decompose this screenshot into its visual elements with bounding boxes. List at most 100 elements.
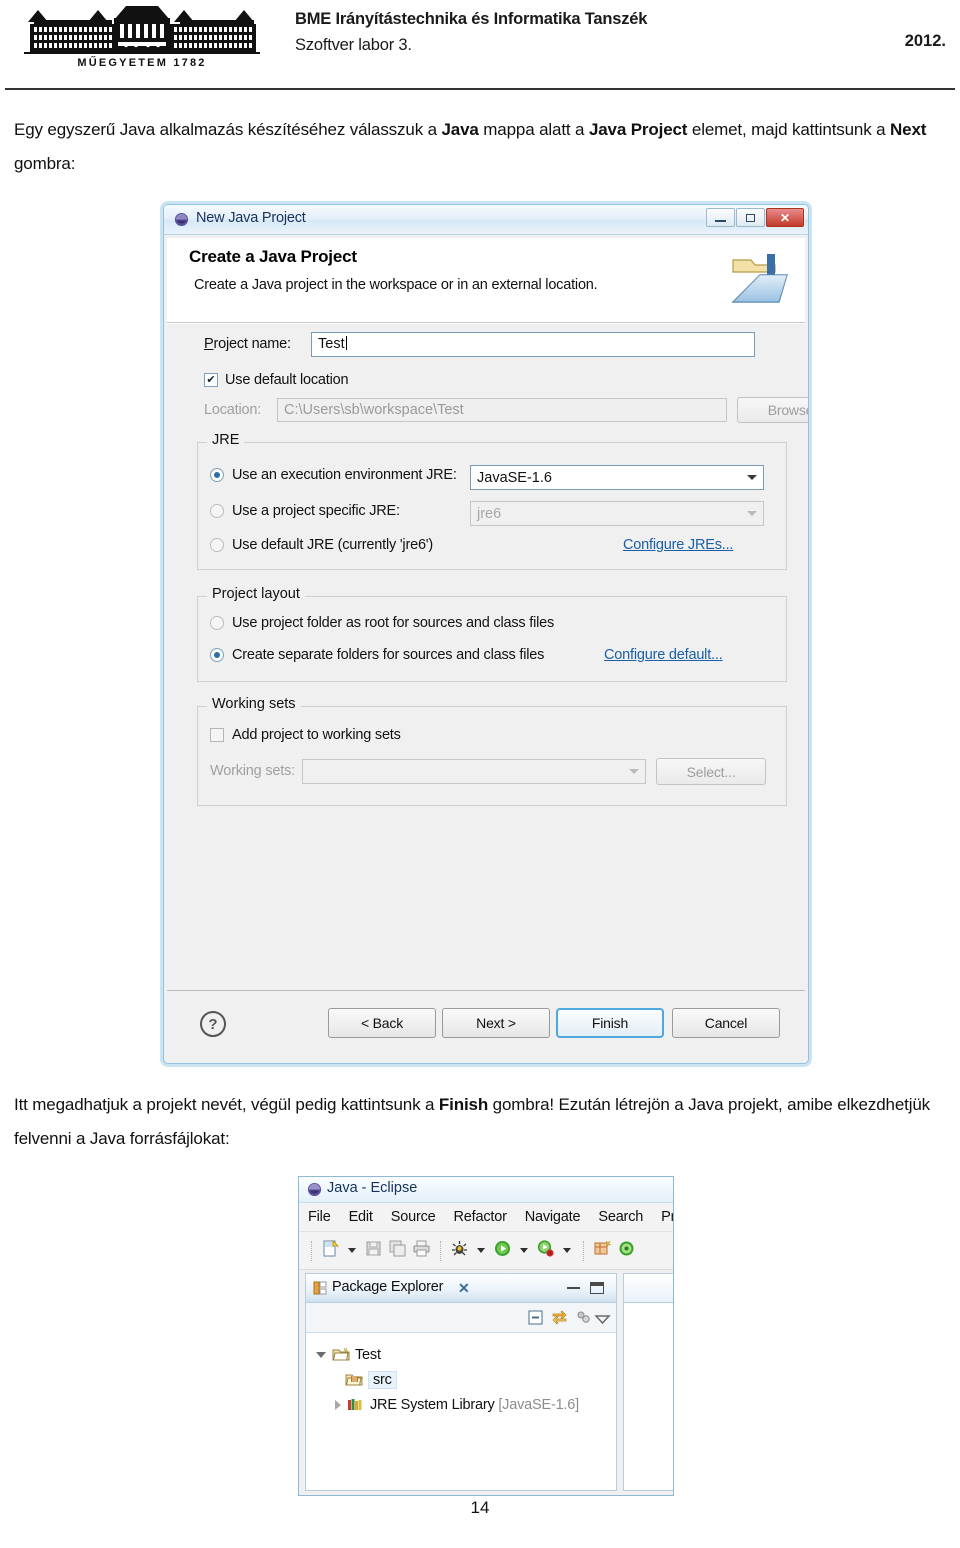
configure-default-link[interactable]: Configure default... xyxy=(604,647,723,663)
jre-exec-env-row[interactable]: Use an execution environment JRE: xyxy=(210,467,457,483)
package-explorer-tab-label: Package Explorer xyxy=(332,1279,444,1295)
run-icon[interactable] xyxy=(493,1239,512,1263)
maximize-view-icon[interactable] xyxy=(590,1282,604,1294)
project-name-input[interactable]: Test xyxy=(311,332,755,357)
dropdown-arrow-icon[interactable] xyxy=(348,1248,356,1253)
menu-project[interactable]: Pr xyxy=(661,1209,673,1225)
jre-exec-env-combo[interactable]: JavaSE-1.6 xyxy=(470,465,764,490)
eclipse-menu-bar: File Edit Source Refactor Navigate Searc… xyxy=(299,1203,673,1232)
save-all-icon xyxy=(388,1239,407,1263)
layout-root-row[interactable]: Use project folder as root for sources a… xyxy=(210,615,554,631)
print-icon xyxy=(412,1239,431,1263)
jre-library-name: JRE System Library xyxy=(370,1396,495,1413)
link-with-editor-icon[interactable] xyxy=(551,1309,568,1326)
collapse-all-icon[interactable] xyxy=(527,1309,544,1326)
maximize-button[interactable] xyxy=(736,208,765,227)
intro-text-4: gombra: xyxy=(14,154,76,173)
working-sets-select-button: Select... xyxy=(656,758,766,785)
menu-navigate[interactable]: Navigate xyxy=(525,1209,581,1225)
mid-text-1: Itt megadhatjuk a projekt nevét, végül p… xyxy=(14,1095,439,1114)
jre-library-version: [JavaSE-1.6] xyxy=(494,1396,579,1413)
dropdown-arrow-icon[interactable] xyxy=(477,1248,485,1253)
dialog-footer: ? < Back Next > Finish Cancel xyxy=(167,990,805,1060)
jre-project-specific-combo: jre6 xyxy=(470,501,764,526)
minimize-view-icon[interactable] xyxy=(567,1286,580,1289)
working-sets-combo xyxy=(302,759,646,784)
new-java-project-folder-icon xyxy=(727,250,793,308)
jre-exec-env-radio[interactable] xyxy=(210,468,224,482)
header-year: 2012. xyxy=(904,32,946,50)
toolbar-separator xyxy=(440,1240,441,1261)
next-button[interactable]: Next > xyxy=(442,1008,550,1038)
project-name-label: Project name: xyxy=(204,336,291,352)
project-tree: Test src JRE System Library [JavaSE-1.6] xyxy=(306,1333,616,1489)
close-icon[interactable]: ✕ xyxy=(458,1280,470,1297)
tree-item-src[interactable]: src xyxy=(306,1367,616,1392)
use-default-location-row[interactable]: ✔ Use default location xyxy=(204,372,349,388)
new-file-icon[interactable] xyxy=(321,1239,340,1263)
location-label: Location: xyxy=(204,402,262,418)
layout-root-label: Use project folder as root for sources a… xyxy=(232,615,555,631)
intro-bold-java-project: Java Project xyxy=(588,120,688,139)
eclipse-title-bar[interactable]: Java - Eclipse xyxy=(299,1177,673,1203)
menu-refactor[interactable]: Refactor xyxy=(454,1209,507,1225)
text-caret xyxy=(345,336,347,350)
layout-separate-radio[interactable] xyxy=(210,648,224,662)
configure-jres-link[interactable]: Configure JREs... xyxy=(623,537,733,553)
jre-group-label: JRE xyxy=(207,432,245,448)
menu-file[interactable]: File xyxy=(308,1209,331,1225)
collapse-arrow-icon[interactable] xyxy=(335,1399,341,1410)
chevron-down-icon xyxy=(629,769,639,774)
working-sets-select-label: Working sets: xyxy=(210,763,295,779)
debug-icon[interactable] xyxy=(450,1239,469,1263)
menu-search[interactable]: Search xyxy=(598,1209,643,1225)
working-sets-group-label: Working sets xyxy=(207,696,301,712)
layout-separate-row[interactable]: Create separate folders for sources and … xyxy=(210,647,544,663)
tree-item-test[interactable]: Test xyxy=(306,1342,616,1367)
save-icon xyxy=(364,1239,383,1263)
view-dropdown-icon[interactable] xyxy=(594,1312,611,1329)
jre-project-specific-label: Use a project specific JRE: xyxy=(232,503,400,519)
run-external-icon[interactable] xyxy=(536,1239,555,1263)
expand-arrow-icon[interactable] xyxy=(316,1351,326,1358)
dropdown-arrow-icon[interactable] xyxy=(520,1248,528,1253)
package-explorer-view: Package Explorer ✕ Test src JRE System L… xyxy=(305,1273,617,1491)
browse-button: Browse... xyxy=(737,397,808,423)
dialog-title-bar[interactable]: New Java Project ✕ xyxy=(164,205,808,235)
tree-item-jre-system-library[interactable]: JRE System Library [JavaSE-1.6] xyxy=(306,1392,616,1417)
view-menu-icon[interactable] xyxy=(575,1309,592,1326)
cancel-button[interactable]: Cancel xyxy=(672,1008,780,1038)
use-default-location-label: Use default location xyxy=(225,372,349,388)
jre-exec-env-label: Use an execution environment JRE: xyxy=(232,467,457,483)
wizard-banner: Create a Java Project Create a Java proj… xyxy=(167,238,805,323)
package-explorer-tab[interactable]: Package Explorer ✕ xyxy=(306,1274,616,1303)
tree-item-src-label: src xyxy=(368,1370,397,1389)
dropdown-arrow-icon[interactable] xyxy=(563,1248,571,1253)
intro-bold-next: Next xyxy=(890,120,927,139)
project-name-label-rest: roject name: xyxy=(213,336,291,352)
jre-default-radio[interactable] xyxy=(210,538,224,552)
jre-project-specific-value: jre6 xyxy=(477,505,502,522)
jre-project-specific-radio[interactable] xyxy=(210,504,224,518)
layout-root-radio[interactable] xyxy=(210,616,224,630)
new-java-package-icon[interactable] xyxy=(593,1239,612,1263)
header-divider xyxy=(5,88,955,90)
open-type-icon[interactable] xyxy=(617,1239,636,1263)
editor-tab-strip xyxy=(624,1274,673,1303)
jre-default-row[interactable]: Use default JRE (currently 'jre6') xyxy=(210,537,433,553)
help-icon[interactable]: ? xyxy=(200,1011,226,1037)
use-default-location-checkbox[interactable]: ✔ xyxy=(204,373,218,387)
menu-edit[interactable]: Edit xyxy=(349,1209,373,1225)
jre-project-specific-row[interactable]: Use a project specific JRE: xyxy=(210,503,400,519)
add-to-working-sets-checkbox[interactable]: ✔ xyxy=(210,728,224,742)
minimize-button[interactable] xyxy=(706,208,735,227)
minimize-icon xyxy=(715,219,726,222)
package-explorer-icon xyxy=(313,1281,327,1295)
finish-button[interactable]: Finish xyxy=(556,1008,664,1038)
close-button[interactable]: ✕ xyxy=(766,208,804,227)
menu-source[interactable]: Source xyxy=(391,1209,436,1225)
department-name: BME Irányítástechnika és Informatika Tan… xyxy=(295,10,648,28)
add-to-working-sets-row[interactable]: ✔ Add project to working sets xyxy=(210,727,401,743)
back-button[interactable]: < Back xyxy=(328,1008,436,1038)
intro-text-2: mappa alatt a xyxy=(478,120,589,139)
